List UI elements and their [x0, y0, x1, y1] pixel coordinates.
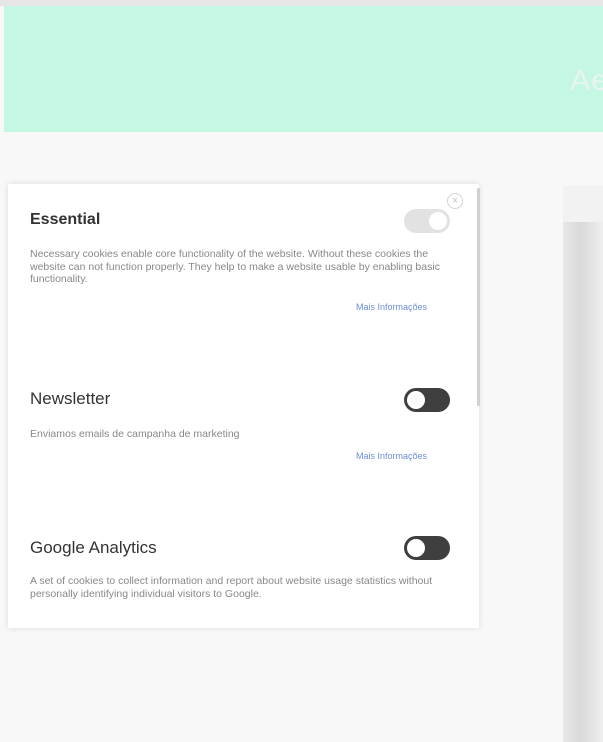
section-description-google-analytics: A set of cookies to collect information …	[30, 575, 433, 600]
close-icon[interactable]: ×	[447, 193, 463, 209]
more-info-link-essential[interactable]: Mais Informações	[356, 302, 427, 312]
toggle-knob	[407, 539, 425, 557]
background-image	[563, 222, 603, 742]
banner-text: Ae	[570, 64, 603, 97]
section-title-google-analytics: Google Analytics	[30, 538, 157, 557]
toggle-knob	[407, 391, 425, 409]
modal-scrollbar[interactable]	[477, 188, 480, 406]
section-description-newsletter: Enviamos emails de campanha de marketing	[30, 428, 240, 440]
section-description-essential: Necessary cookies enable core functional…	[30, 248, 440, 285]
more-info-link-newsletter[interactable]: Mais Informações	[356, 451, 427, 461]
toggle-knob	[429, 212, 447, 230]
header-banner: Ae	[4, 6, 603, 132]
toggle-newsletter[interactable]	[404, 388, 450, 412]
section-title-newsletter: Newsletter	[30, 389, 111, 408]
toggle-google-analytics[interactable]	[404, 536, 450, 560]
section-title-essential: Essential	[30, 211, 101, 228]
toggle-essential	[404, 209, 450, 233]
